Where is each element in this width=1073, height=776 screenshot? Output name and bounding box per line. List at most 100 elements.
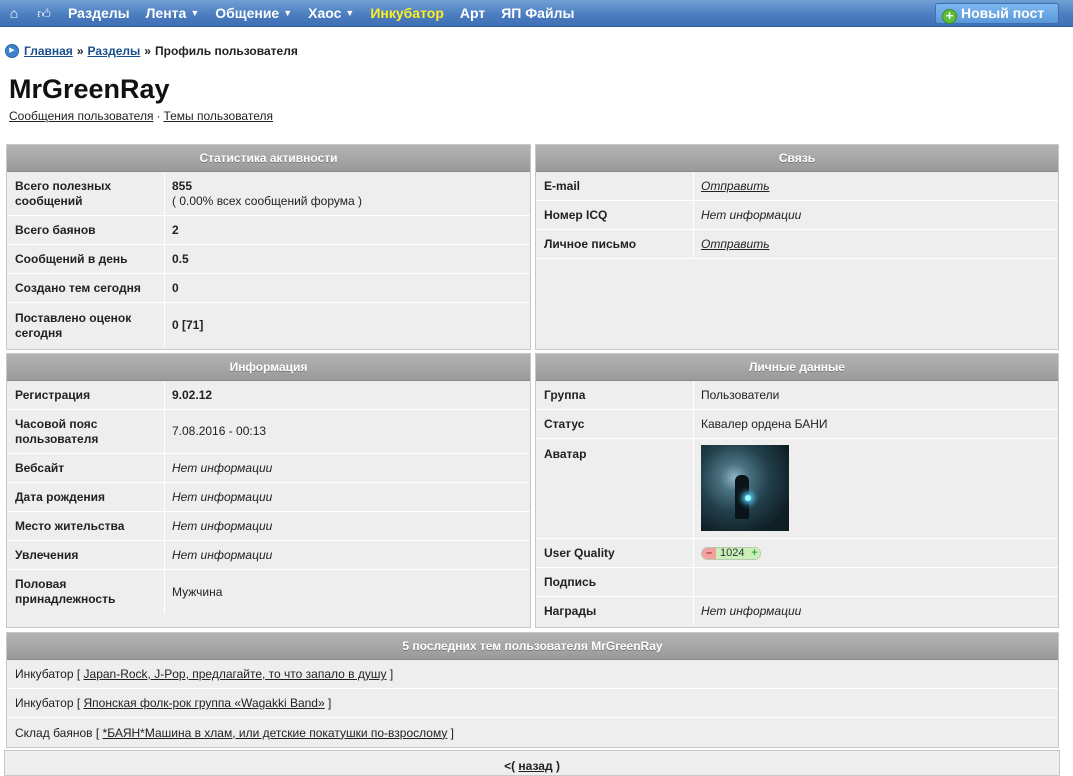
new-post-label: Новый пост <box>961 5 1045 21</box>
personal-row: Награды Нет информации <box>536 597 1058 626</box>
contact-row: E-mail Отправить <box>536 172 1058 201</box>
contact-row: Личное письмо Отправить <box>536 230 1058 259</box>
nav-item-art[interactable]: Арт <box>460 0 485 27</box>
contact-value: Отправить <box>694 172 1058 200</box>
rating-plus-button[interactable]: + <box>748 547 761 559</box>
info-row: Половая принадлежность Мужчина <box>7 570 530 614</box>
personal-value: – 1024 + <box>694 539 1058 567</box>
personal-value <box>694 568 1058 596</box>
info-value: Нет информации <box>172 489 273 504</box>
nav-label: Разделы <box>68 4 130 21</box>
chevron-down-icon: ▼ <box>345 7 355 18</box>
main-menu: Разделы Лента ▼ Общение ▼ Хаос ▼ Инкубатор … <box>68 0 590 27</box>
info-value: Мужчина <box>172 584 223 599</box>
personal-row: Аватар <box>536 439 1058 539</box>
topic-link[interactable]: *БАЯН*Машина в хлам, или детские покатуш… <box>103 726 448 740</box>
info-row: Место жительства Нет информации <box>7 512 530 541</box>
info-panel: Информация Регистрация 9.02.12 Часовой п… <box>6 353 531 628</box>
personal-row: Подпись <box>536 568 1058 597</box>
panel-title: Статистика активности <box>7 145 530 172</box>
stat-label: Всего полезных сообщений <box>7 172 165 215</box>
info-label: Место жительства <box>7 512 165 540</box>
info-row: Часовой пояс пользователя 7.08.2016 - 00… <box>7 410 530 454</box>
user-quality-rating: – 1024 + <box>701 546 762 560</box>
home-icon[interactable]: ⌂ <box>6 0 22 27</box>
private-message-link[interactable]: Отправить <box>701 237 770 252</box>
topic-section: Склад баянов <box>15 725 93 740</box>
stat-row: Всего баянов 2 <box>7 216 530 245</box>
breadcrumb-sections-link[interactable]: Разделы <box>88 44 141 58</box>
personal-label: User Quality <box>536 539 694 567</box>
info-label: Вебсайт <box>7 454 165 482</box>
stat-row: Поставлено оценок сегодня 0 [71] <box>7 303 530 348</box>
contact-value: Нет информации <box>701 207 802 222</box>
nav-item-feed[interactable]: Лента ▼ <box>146 0 200 27</box>
stat-label: Сообщений в день <box>7 245 165 273</box>
contact-label: E-mail <box>536 172 694 200</box>
nav-item-sections[interactable]: Разделы <box>68 0 130 27</box>
breadcrumb-separator: » <box>144 44 151 58</box>
breadcrumb-current: Профиль пользователя <box>154 44 298 58</box>
personal-label: Статус <box>536 410 694 438</box>
back-link[interactable]: назад <box>518 759 552 773</box>
list-item: Инкубатор [ Японская фолк-рок группа «Wa… <box>7 689 1058 718</box>
breadcrumb-home-link[interactable]: Главная <box>24 44 73 58</box>
user-topics-link[interactable]: Темы пользователя <box>163 109 273 123</box>
chevron-down-icon: ▼ <box>283 7 293 18</box>
nav-item-chaos[interactable]: Хаос ▼ <box>308 0 354 27</box>
contact-row: Номер ICQ Нет информации <box>536 201 1058 230</box>
nav-label: Арт <box>459 4 486 21</box>
nav-label: Хаос <box>308 4 342 21</box>
info-value: 7.08.2016 - 00:13 <box>172 424 267 438</box>
nav-label: Общение <box>215 4 280 21</box>
nav-item-files[interactable]: ЯП Файлы <box>501 0 574 27</box>
email-send-link[interactable]: Отправить <box>701 179 770 194</box>
personal-value <box>694 439 1058 538</box>
rating-value: 1024 <box>716 547 749 559</box>
personal-value: Нет информации <box>701 604 802 618</box>
personal-value: Кавалер ордена БАНИ <box>701 416 828 431</box>
contact-label: Личное письмо <box>536 230 694 258</box>
stat-value: 0.5 <box>172 251 189 266</box>
personal-data-panel: Личные данные Группа Пользователи Статус… <box>535 353 1059 628</box>
info-label: Дата рождения <box>7 483 165 511</box>
contact-value: Отправить <box>694 230 1058 258</box>
stat-label: Создано тем сегодня <box>7 274 165 302</box>
chevron-down-icon: ▼ <box>190 7 200 18</box>
info-label: Увлечения <box>7 541 165 569</box>
nav-item-communication[interactable]: Общение ▼ <box>215 0 292 27</box>
stat-value: 2 <box>172 222 179 237</box>
stat-value: 855( 0.00% всех сообщений форума ) <box>165 172 530 215</box>
stat-value: 0 [71] <box>172 318 204 332</box>
topic-link[interactable]: Японская фолк-рок группа «Wagakki Band» <box>84 696 325 710</box>
nav-item-incubator[interactable]: Инкубатор <box>370 0 444 27</box>
useful-posts-share: ( 0.00% всех сообщений форума ) <box>172 193 363 208</box>
thumbs-up-icon[interactable]: 👍︎ <box>36 0 52 27</box>
useful-posts-count: 855 <box>172 178 193 193</box>
info-row: Дата рождения Нет информации <box>7 483 530 512</box>
new-post-button[interactable]: + Новый пост <box>935 3 1059 24</box>
rating-minus-button[interactable]: – <box>702 547 716 559</box>
personal-row: Статус Кавалер ордена БАНИ <box>536 410 1058 439</box>
personal-row: User Quality – 1024 + <box>536 539 1058 568</box>
nav-label: ЯП Файлы <box>501 4 575 21</box>
panel-title: Информация <box>7 354 530 381</box>
personal-label: Награды <box>536 597 694 626</box>
contact-label: Номер ICQ <box>536 201 694 229</box>
top-navigation-bar: ⌂ 👍︎ Разделы Лента ▼ Общение ▼ Хаос ▼ Инкуб… <box>0 0 1073 27</box>
arrow-right-icon: ▶ <box>5 44 19 58</box>
personal-label: Подпись <box>536 568 694 596</box>
back-bar: <( назад ) <box>4 750 1060 776</box>
recent-topics-panel: 5 последних тем пользователя MrGreenRay … <box>6 632 1059 748</box>
panel-title: Связь <box>536 145 1058 172</box>
stat-row: Всего полезных сообщений 855( 0.00% всех… <box>7 172 530 216</box>
activity-stats-panel: Статистика активности Всего полезных соо… <box>6 144 531 350</box>
info-value: 9.02.12 <box>172 387 213 402</box>
stat-label: Поставлено оценок сегодня <box>7 303 165 348</box>
nav-label: Лента <box>145 4 187 21</box>
user-posts-link[interactable]: Сообщения пользователя <box>9 109 153 123</box>
info-row: Вебсайт Нет информации <box>7 454 530 483</box>
breadcrumb-separator: » <box>76 44 84 58</box>
plus-icon: + <box>942 9 957 24</box>
topic-link[interactable]: Japan-Rock, J-Pop, предлагайте, то что з… <box>84 667 387 681</box>
